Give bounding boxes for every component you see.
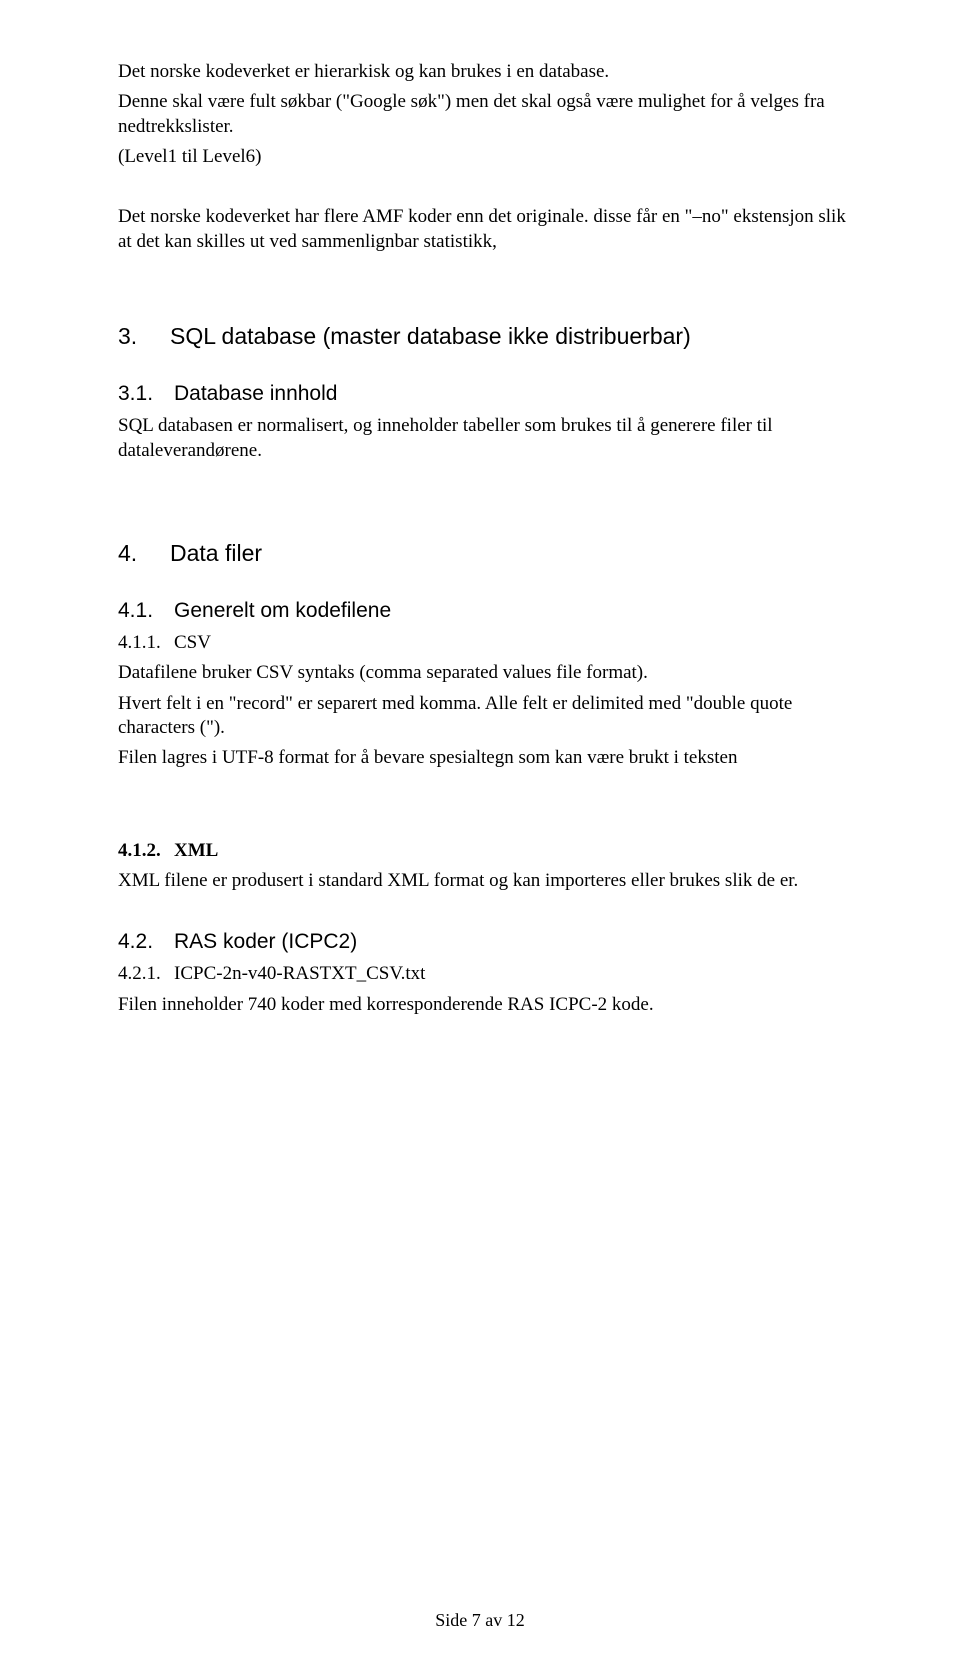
heading-4-1-title: Generelt om kodefilene — [174, 599, 391, 622]
section-3-1-body: SQL databasen er normalisert, og innehol… — [118, 414, 855, 463]
heading-4-title: Data filer — [170, 540, 262, 566]
heading-4-2-number: 4.2. — [118, 929, 174, 956]
page-footer: Side 7 av 12 — [0, 1609, 960, 1632]
section-4-2-1-body: Filen inneholder 740 koder med korrespon… — [118, 993, 855, 1017]
heading-4-1-number: 4.1. — [118, 598, 174, 625]
heading-4-2-1-number: 4.2.1. — [118, 962, 174, 986]
heading-4-2-1-title: ICPC-2n-v40-RASTXT_CSV.txt — [174, 963, 425, 984]
heading-3-1: 3.1.Database innhold — [118, 381, 855, 408]
heading-4: 4.Data filer — [118, 539, 855, 568]
heading-4-2: 4.2.RAS koder (ICPC2) — [118, 929, 855, 956]
heading-3: 3.SQL database (master database ikke dis… — [118, 322, 855, 351]
intro-para-1: Det norske kodeverket er hierarkisk og k… — [118, 60, 855, 84]
heading-4-2-1: 4.2.1.ICPC-2n-v40-RASTXT_CSV.txt — [118, 962, 855, 986]
heading-4-1-1-title: CSV — [174, 632, 211, 653]
intro-para-4: Det norske kodeverket har flere AMF kode… — [118, 205, 855, 254]
heading-4-number: 4. — [118, 539, 170, 568]
heading-4-1-1: 4.1.1.CSV — [118, 631, 855, 655]
heading-4-1-2-number: 4.1.2. — [118, 839, 174, 863]
heading-3-1-title: Database innhold — [174, 382, 337, 405]
heading-3-title: SQL database (master database ikke distr… — [170, 323, 691, 349]
heading-4-1-2: 4.1.2.XML — [118, 839, 855, 863]
heading-4-1-1-number: 4.1.1. — [118, 631, 174, 655]
heading-4-2-title: RAS koder (ICPC2) — [174, 930, 357, 953]
heading-3-number: 3. — [118, 322, 170, 351]
intro-para-2: Denne skal være fult søkbar ("Google søk… — [118, 90, 855, 139]
heading-3-1-number: 3.1. — [118, 381, 174, 408]
section-4-1-2-body: XML filene er produsert i standard XML f… — [118, 869, 855, 893]
intro-para-3: (Level1 til Level6) — [118, 145, 855, 169]
section-4-1-1-body-3: Filen lagres i UTF-8 format for å bevare… — [118, 746, 855, 770]
heading-4-1: 4.1.Generelt om kodefilene — [118, 598, 855, 625]
document-page: Det norske kodeverket er hierarkisk og k… — [0, 0, 960, 1672]
section-4-1-1-body-1: Datafilene bruker CSV syntaks (comma sep… — [118, 661, 855, 685]
section-4-1-1-body-2: Hvert felt i en "record" er separert med… — [118, 692, 855, 741]
heading-4-1-2-title: XML — [174, 840, 218, 861]
